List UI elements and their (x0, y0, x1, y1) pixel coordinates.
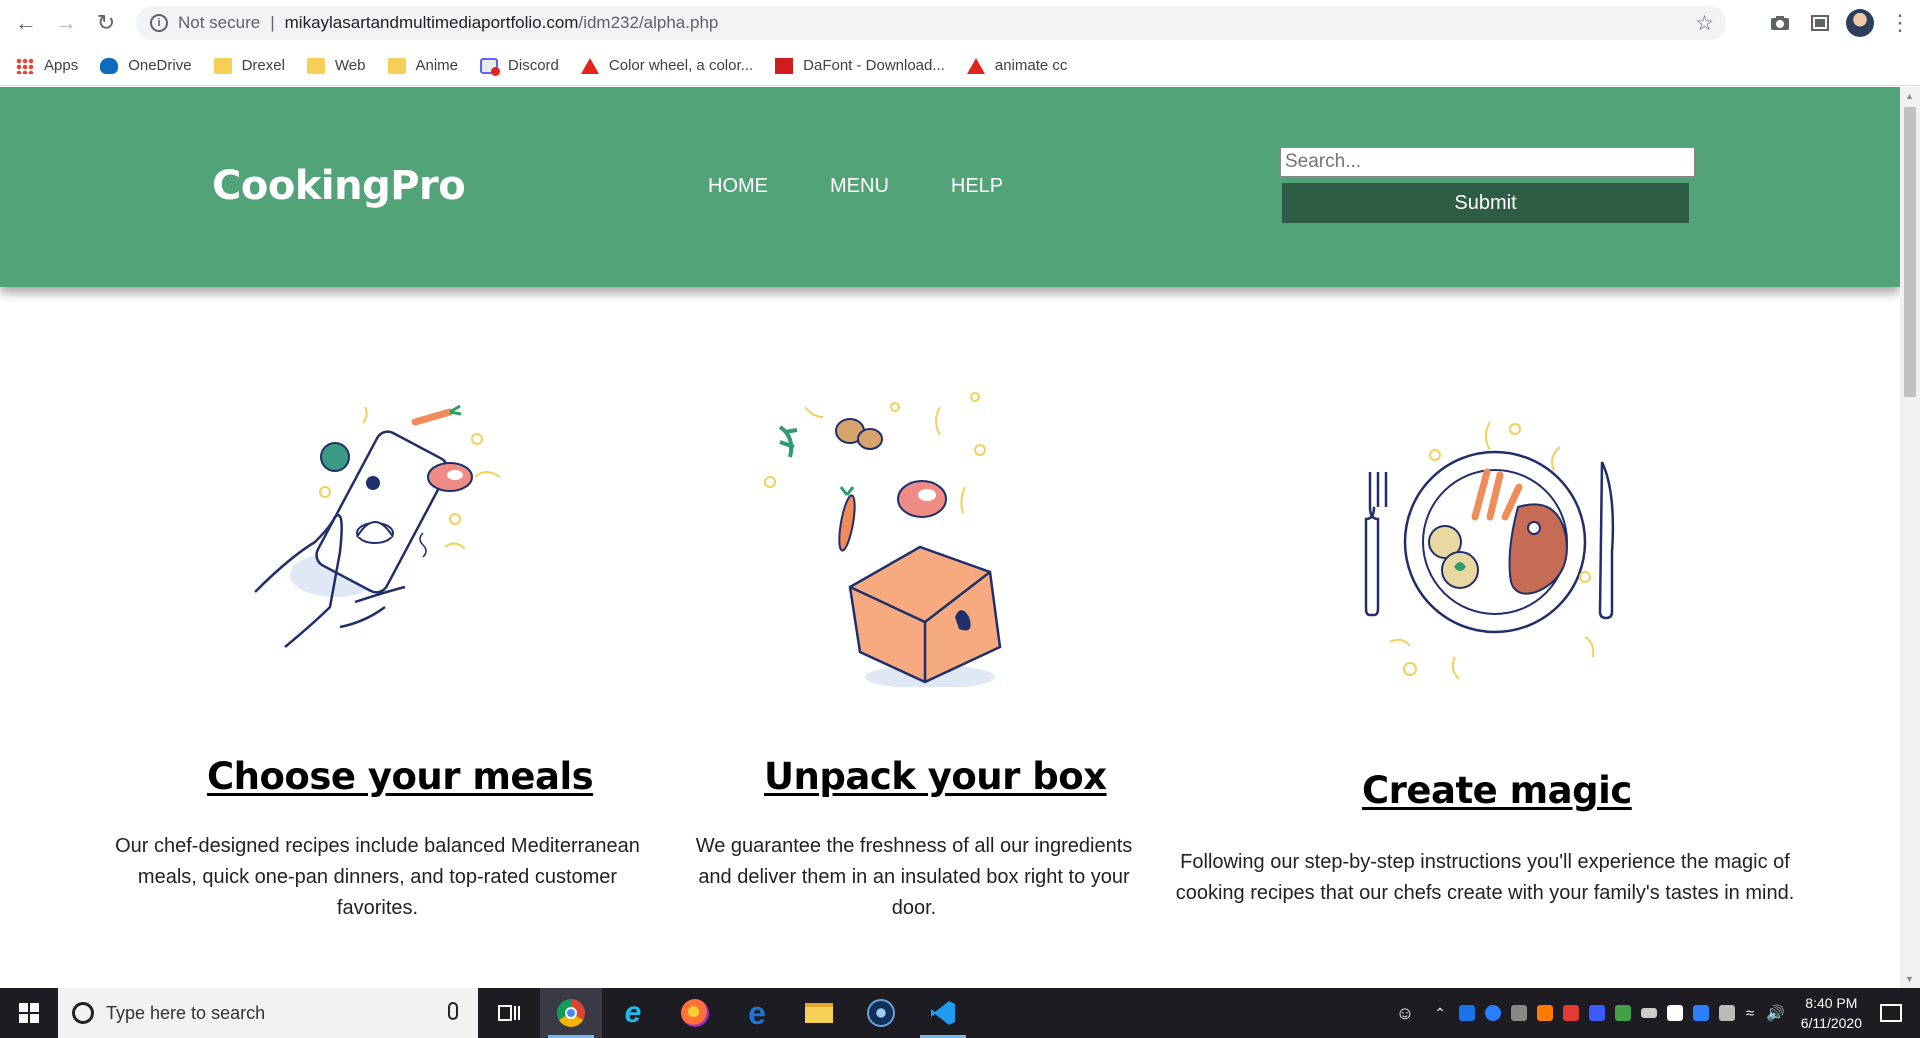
camera-icon[interactable] (1760, 3, 1800, 43)
bookmark-label: OneDrive (128, 57, 192, 74)
bookmark-label: animate cc (994, 57, 1068, 74)
security-label[interactable]: Not secure (178, 13, 260, 33)
bookmark-web[interactable]: Web (306, 57, 366, 74)
folder-icon (213, 57, 232, 74)
vscode-icon[interactable] (912, 988, 974, 1038)
internet-explorer-icon[interactable]: e (602, 988, 664, 1038)
windows-start-icon[interactable] (0, 988, 58, 1038)
main-nav: HOME MENU HELP (708, 175, 1065, 198)
tray-app-icon[interactable] (1510, 1005, 1527, 1021)
bookmark-discord[interactable]: Discord (480, 57, 559, 76)
bookmark-label: Apps (44, 57, 79, 74)
info-icon[interactable]: i (150, 14, 168, 32)
url-path[interactable]: /idm232/alpha.php (578, 13, 718, 33)
reload-icon[interactable]: ↻ (86, 3, 126, 43)
feature-text-unpack-box: We guarantee the freshness of all our in… (695, 835, 1133, 919)
taskbar-search[interactable]: Type here to search (58, 988, 478, 1038)
bookmark-label: DaFont - Download... (803, 57, 945, 74)
dafont-icon (775, 57, 794, 74)
taskbar-search-placeholder: Type here to search (106, 1002, 266, 1023)
feature-title-unpack-box[interactable]: Unpack your box (764, 755, 1107, 798)
clock-date: 6/11/2020 (1800, 1015, 1862, 1031)
site-header: CookingPro HOME MENU HELP Submit (0, 87, 1900, 287)
page-viewport: CookingPro HOME MENU HELP Submit Choose … (0, 87, 1900, 988)
screenshot-icon[interactable] (1800, 3, 1840, 43)
bookmark-label: Discord (508, 57, 559, 74)
taskbar-clock[interactable]: 8:40 PM 6/11/2020 (1801, 993, 1862, 1033)
bookmark-animate-cc[interactable]: animate cc (966, 57, 1068, 74)
edge-icon[interactable]: e (726, 988, 788, 1038)
wifi-icon[interactable]: ≈ (1746, 1005, 1754, 1022)
url-host[interactable]: mikaylasartandmultimediaportfolio.com (285, 13, 579, 33)
bookmark-anime[interactable]: Anime (387, 57, 459, 74)
scrollbar-thumb[interactable] (1904, 107, 1916, 397)
bookmark-apps[interactable]: Apps (16, 57, 78, 74)
folder-icon (306, 57, 325, 74)
windows-taskbar: Type here to search e e ☺ ⌃ ≈ 🔊 8:40 PM … (0, 988, 1920, 1038)
firefox-icon[interactable] (664, 988, 726, 1038)
feature-title-create-magic[interactable]: Create magic (1362, 769, 1632, 812)
task-view-icon[interactable] (478, 988, 540, 1038)
forward-arrow-icon[interactable]: → (46, 3, 86, 43)
onedrive-cloud-icon (100, 57, 119, 74)
site-logo[interactable]: CookingPro (212, 163, 466, 209)
app-circle-icon[interactable] (850, 988, 912, 1038)
system-tray: ☺ ⌃ ≈ 🔊 8:40 PM 6/11/2020 (1396, 988, 1920, 1038)
tray-app-icon[interactable] (1458, 1005, 1475, 1021)
divider: | (270, 13, 275, 32)
feature-text-create-magic: Following our step-by-step instructions … (1175, 851, 1795, 904)
adobe-icon (580, 57, 599, 74)
cloud-error-icon[interactable] (1718, 1005, 1735, 1021)
search-input[interactable] (1280, 147, 1695, 177)
bookmark-label: Web (334, 57, 366, 74)
battery-icon[interactable] (1640, 1008, 1657, 1018)
adobe-icon (966, 57, 985, 74)
scroll-up-icon[interactable]: ▲ (1905, 91, 1914, 101)
chrome-taskbar-icon[interactable] (540, 988, 602, 1038)
tray-app-icon[interactable] (1536, 1005, 1553, 1021)
page-scrollbar[interactable]: ▲ ▼ (1900, 87, 1920, 988)
bookmark-label: Anime (415, 57, 459, 74)
apps-grid-icon (16, 57, 34, 74)
address-bar[interactable]: i Not secure | mikaylasartandmultimediap… (136, 6, 1726, 40)
folder-icon (387, 57, 406, 74)
chevron-up-icon[interactable]: ⌃ (1434, 1005, 1446, 1022)
volume-icon[interactable]: 🔊 (1766, 1004, 1785, 1022)
bookmarks-bar: Apps OneDrive Drexel Web Anime Discord C… (0, 46, 1920, 86)
tray-app-icon[interactable] (1614, 1005, 1631, 1021)
tray-app-icon[interactable] (1588, 1005, 1605, 1021)
discord-icon (480, 57, 501, 76)
menu-kebab-icon[interactable]: ⋮ (1880, 3, 1920, 43)
file-explorer-icon[interactable] (788, 988, 850, 1038)
bookmark-color-wheel[interactable]: Color wheel, a color... (580, 57, 754, 74)
bookmark-drexel[interactable]: Drexel (213, 57, 285, 74)
cortana-circle-icon (72, 1002, 94, 1024)
back-arrow-icon[interactable]: ← (6, 3, 46, 43)
nav-menu[interactable]: MENU (830, 175, 889, 198)
submit-button[interactable]: Submit (1282, 183, 1689, 223)
onedrive-tray-icon[interactable] (1692, 1005, 1709, 1021)
browser-toolbar: ← → ↻ i Not secure | mikaylasartandmulti… (0, 0, 1920, 46)
bookmark-star-icon[interactable]: ☆ (1695, 11, 1714, 36)
profile-avatar[interactable] (1846, 9, 1874, 37)
phone-meal-illustration (254, 404, 501, 648)
nav-home[interactable]: HOME (708, 175, 768, 198)
delivery-box-illustration (764, 392, 1002, 687)
tray-app-icon[interactable] (1562, 1005, 1579, 1021)
feature-text-choose-meals: Our chef-designed recipes include balanc… (115, 835, 640, 919)
feature-title-choose-meals[interactable]: Choose your meals (207, 755, 594, 798)
bookmark-dafont[interactable]: DaFont - Download... (775, 57, 945, 74)
bookmark-label: Drexel (241, 57, 285, 74)
bookmark-onedrive[interactable]: OneDrive (100, 57, 192, 74)
shield-icon[interactable] (1666, 1005, 1683, 1021)
notification-center-icon[interactable] (1880, 1004, 1902, 1022)
nav-help[interactable]: HELP (951, 175, 1003, 198)
people-icon[interactable]: ☺ (1396, 1003, 1414, 1024)
clock-time: 8:40 PM (1805, 995, 1858, 1011)
microphone-icon[interactable] (448, 1002, 458, 1020)
bluetooth-icon[interactable] (1484, 1005, 1501, 1021)
plated-meal-illustration (1364, 421, 1615, 680)
scroll-down-icon[interactable]: ▼ (1905, 974, 1914, 984)
bookmark-label: Color wheel, a color... (608, 57, 754, 74)
